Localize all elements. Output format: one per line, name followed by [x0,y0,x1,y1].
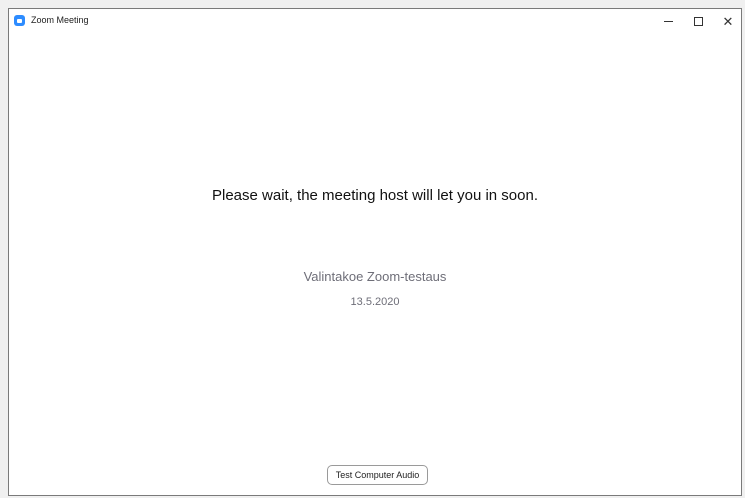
waiting-room-message: Please wait, the meeting host will let y… [211,187,538,204]
minimize-button[interactable] [653,11,683,31]
minimize-icon [663,20,673,22]
maximize-button[interactable] [683,11,713,31]
zoom-logo-icon [14,15,25,26]
window-title: Zoom Meeting [31,15,89,25]
test-computer-audio-button[interactable]: Test Computer Audio [327,465,428,485]
meeting-date: 13.5.2020 [350,296,400,308]
close-icon: ✕ [722,13,734,29]
maximize-icon [693,16,703,26]
close-button[interactable]: ✕ [713,11,743,31]
meeting-title: Valintakoe Zoom-testaus [303,269,447,284]
zoom-window: Zoom Meeting ✕ Please wait, the meeting … [8,8,742,496]
title-bar[interactable]: Zoom Meeting ✕ [9,9,741,33]
